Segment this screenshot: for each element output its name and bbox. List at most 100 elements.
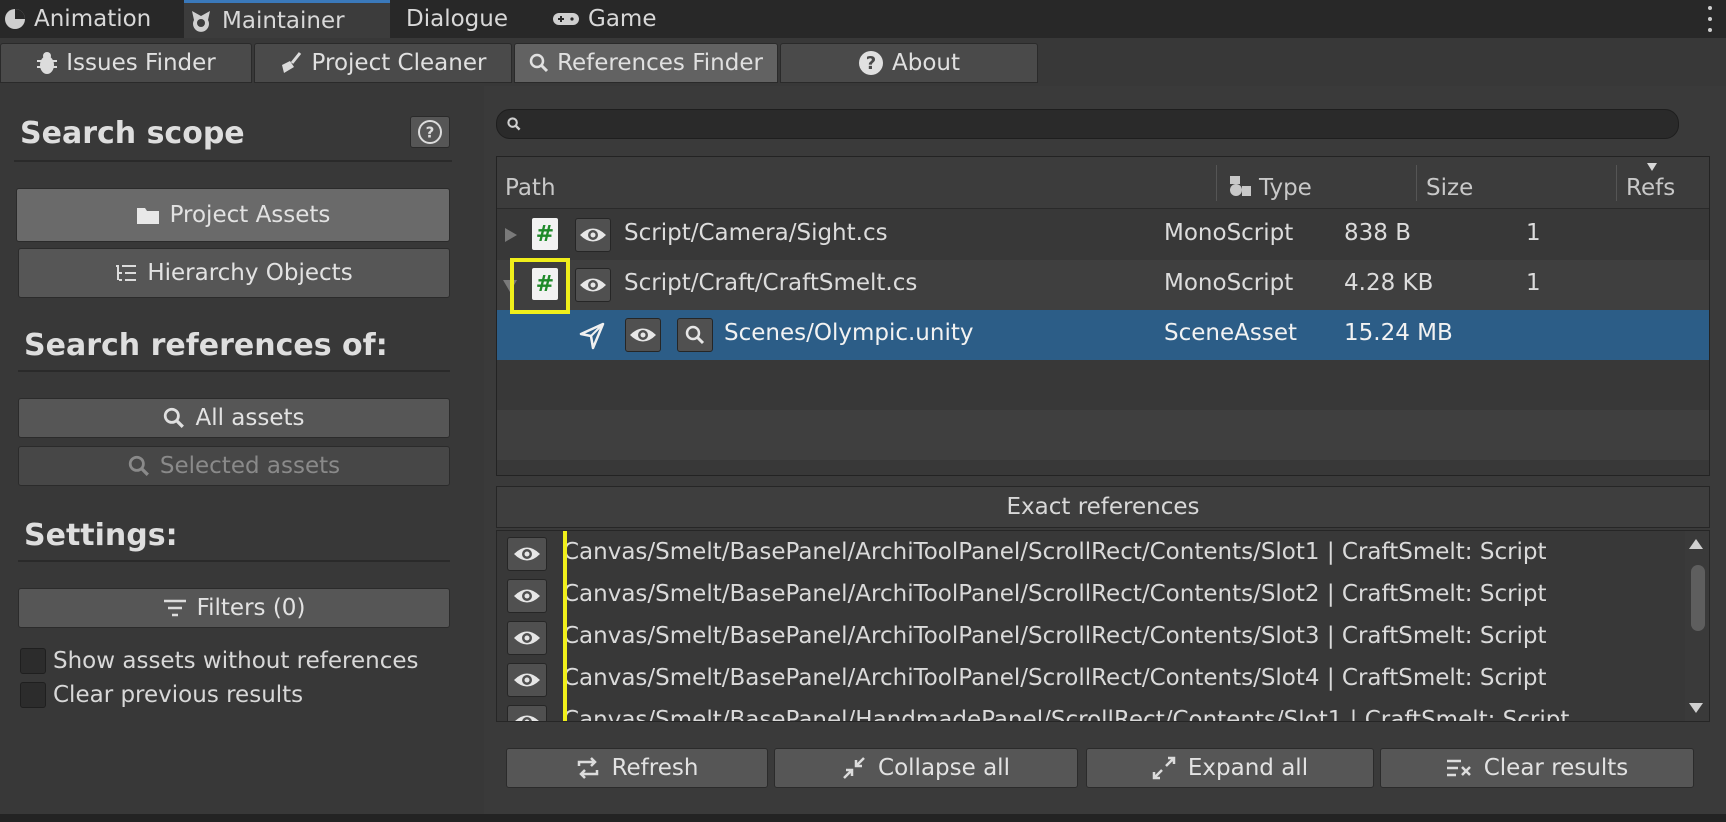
expand-all-label: Expand all [1187, 755, 1309, 781]
column-divider[interactable] [1216, 165, 1217, 201]
tab-dialogue[interactable]: Dialogue [402, 0, 522, 38]
references-tree: Path Type Size Refs # Script/Camera/Sigh… [496, 156, 1710, 476]
show-without-refs-label: Show assets without references [53, 648, 419, 674]
folder-icon [136, 208, 159, 224]
row-path: Script/Craft/CraftSmelt.cs [624, 270, 918, 296]
hierarchy-list-icon [116, 265, 137, 281]
search-icon [529, 53, 549, 73]
maintainer-gear-icon [192, 10, 210, 32]
all-assets-button[interactable]: All assets [18, 398, 450, 438]
bug-icon [37, 52, 58, 74]
show-without-refs-checkbox[interactable] [20, 648, 46, 674]
collapse-all-button[interactable]: Collapse all [774, 748, 1078, 788]
column-size[interactable]: Size [1426, 175, 1473, 201]
clock-pie-icon [5, 9, 25, 29]
divider [18, 370, 450, 372]
filters-button[interactable]: Filters (0) [18, 588, 450, 628]
column-path[interactable]: Path [505, 175, 556, 201]
clear-list-icon [1446, 759, 1471, 777]
empty-row [497, 410, 1709, 460]
expand-icon [1152, 756, 1176, 780]
highlight-box [497, 531, 567, 721]
unity-scene-icon [579, 322, 605, 350]
column-type[interactable]: Type [1259, 175, 1312, 201]
empty-row [497, 360, 1709, 410]
clear-results-button[interactable]: Clear results [1380, 748, 1694, 788]
table-row[interactable]: # Script/Camera/Sight.cs MonoScript 838 … [497, 210, 1709, 260]
search-input[interactable] [496, 109, 1679, 139]
row-path: Scenes/Olympic.unity [724, 320, 974, 346]
expand-arrow-icon[interactable] [505, 228, 517, 242]
search-references-title: Search references of: [24, 328, 388, 363]
row-type: MonoScript [1164, 270, 1294, 296]
reference-path: Canvas/Smelt/BasePanel/ArchiToolPanel/Sc… [563, 623, 1547, 649]
table-row[interactable]: # Script/Craft/CraftSmelt.cs MonoScript … [497, 260, 1709, 310]
expand-all-button[interactable]: Expand all [1086, 748, 1374, 788]
svg-text:?: ? [426, 124, 435, 142]
clear-previous-checkbox[interactable] [20, 682, 46, 708]
list-item[interactable]: Canvas/Smelt/BasePanel/ArchiToolPanel/Sc… [497, 615, 1687, 657]
gamepad-icon [553, 13, 579, 25]
hierarchy-objects-label: Hierarchy Objects [147, 260, 353, 286]
eye-icon [580, 278, 606, 292]
refresh-icon [577, 757, 598, 779]
tab-project-cleaner[interactable]: Project Cleaner [254, 43, 512, 83]
scroll-up-icon[interactable] [1689, 539, 1703, 549]
tab-project-cleaner-label: Project Cleaner [311, 50, 487, 76]
scroll-down-icon[interactable] [1689, 703, 1703, 713]
table-row-selected[interactable]: Scenes/Olympic.unity SceneAsset 15.24 MB [497, 310, 1709, 360]
window-bottom-edge [0, 814, 1726, 822]
project-assets-button[interactable]: Project Assets [16, 188, 450, 242]
table-header: Path Type Size Refs [497, 157, 1709, 209]
search-icon [128, 455, 149, 476]
ping-asset-button[interactable] [625, 318, 661, 352]
row-type: SceneAsset [1164, 320, 1297, 346]
tab-dialogue-label: Dialogue [406, 6, 508, 32]
sort-desc-icon [1647, 163, 1657, 171]
tab-animation[interactable]: Animation [0, 0, 160, 38]
selected-assets-label: Selected assets [159, 453, 341, 479]
exact-references-list: Canvas/Smelt/BasePanel/ArchiToolPanel/Sc… [496, 530, 1710, 722]
search-icon [507, 117, 521, 131]
refresh-button[interactable]: Refresh [506, 748, 768, 788]
ping-asset-button[interactable] [575, 268, 611, 302]
scrollbar[interactable] [1685, 531, 1709, 721]
collapse-icon [843, 757, 865, 779]
type-filter-icon [1230, 176, 1251, 196]
tab-issues-finder-label: Issues Finder [66, 50, 216, 76]
reference-path: Canvas/Smelt/BasePanel/HandmadePanel/Scr… [563, 707, 1570, 722]
tab-game-label: Game [588, 6, 657, 32]
tab-maintainer[interactable]: Maintainer [184, 0, 390, 38]
scrollbar-thumb[interactable] [1691, 565, 1705, 631]
window-menu-icon[interactable] [1704, 6, 1716, 32]
all-assets-label: All assets [195, 405, 305, 431]
broom-icon [281, 52, 301, 73]
list-item[interactable]: Canvas/Smelt/BasePanel/HandmadePanel/Scr… [497, 699, 1687, 722]
row-type: MonoScript [1164, 220, 1294, 246]
column-divider[interactable] [1416, 165, 1417, 201]
list-item[interactable]: Canvas/Smelt/BasePanel/ArchiToolPanel/Sc… [497, 657, 1687, 699]
filter-icon [163, 599, 186, 617]
tab-references-finder[interactable]: References Finder [514, 43, 778, 83]
row-size: 838 B [1344, 220, 1411, 246]
list-item[interactable]: Canvas/Smelt/BasePanel/ArchiToolPanel/Sc… [497, 573, 1687, 615]
row-size: 4.28 KB [1344, 270, 1434, 296]
tab-animation-label: Animation [34, 6, 152, 32]
highlight-box [510, 258, 570, 314]
tab-game[interactable]: Game [548, 0, 658, 38]
tab-about[interactable]: ? About [780, 43, 1038, 83]
reference-path: Canvas/Smelt/BasePanel/ArchiToolPanel/Sc… [563, 539, 1547, 565]
list-item[interactable]: Canvas/Smelt/BasePanel/ArchiToolPanel/Sc… [497, 531, 1687, 573]
help-button[interactable]: ? [410, 116, 450, 148]
clear-previous-label: Clear previous results [53, 682, 304, 708]
selected-assets-button[interactable]: Selected assets [18, 446, 450, 486]
settings-title: Settings: [24, 518, 178, 553]
hierarchy-objects-button[interactable]: Hierarchy Objects [18, 248, 450, 298]
tab-issues-finder[interactable]: Issues Finder [0, 43, 252, 83]
ping-asset-button[interactable] [575, 218, 611, 252]
tab-maintainer-label: Maintainer [222, 7, 345, 34]
show-references-button[interactable] [677, 318, 713, 352]
column-refs[interactable]: Refs [1626, 175, 1675, 201]
collapse-all-label: Collapse all [878, 755, 1010, 781]
column-divider[interactable] [1616, 165, 1617, 201]
